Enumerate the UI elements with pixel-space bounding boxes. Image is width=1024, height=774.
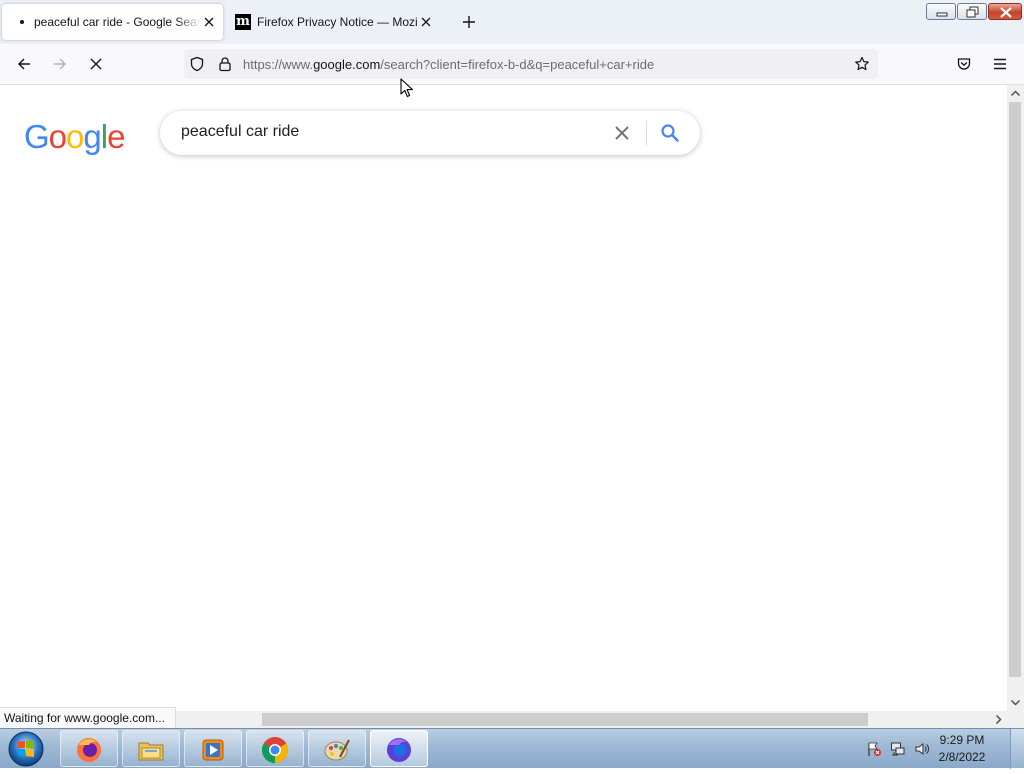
minimize-button[interactable] <box>926 3 956 20</box>
back-arrow-icon[interactable] <box>16 56 32 72</box>
tracking-protection-shield-icon[interactable] <box>189 56 205 72</box>
google-logo-letter: g <box>83 118 101 155</box>
mozilla-favicon-icon: m <box>235 14 251 30</box>
start-button[interactable] <box>4 729 48 769</box>
tab-strip: peaceful car ride - Google Search m Fire… <box>0 0 1024 44</box>
address-bar[interactable]: https://www.google.com/search?client=fir… <box>184 49 878 79</box>
google-logo-letter: o <box>48 118 67 155</box>
clear-search-icon[interactable] <box>612 123 632 143</box>
navigation-toolbar: https://www.google.com/search?client=fir… <box>0 44 1024 85</box>
lock-icon[interactable] <box>217 56 233 72</box>
vertical-scrollbar[interactable] <box>1007 85 1024 711</box>
new-tab-plus-icon[interactable] <box>461 14 477 30</box>
scrollbar-corner <box>1007 711 1024 728</box>
firefox-active-icon <box>387 738 411 762</box>
page-content: Google peaceful car ride <box>0 85 1007 711</box>
taskbar-firefox-active-button[interactable] <box>370 730 428 767</box>
file-explorer-icon <box>138 742 164 761</box>
vertical-scroll-thumb[interactable] <box>1009 102 1021 677</box>
firefox-icon <box>77 738 101 762</box>
taskbar-firefox-button[interactable] <box>60 730 118 767</box>
clock-date[interactable]: 2/8/2022 <box>932 750 992 764</box>
google-logo-letter: o <box>66 118 84 155</box>
forward-arrow-icon[interactable] <box>52 56 68 72</box>
media-player-icon <box>202 739 224 761</box>
show-desktop-button[interactable] <box>1010 729 1024 769</box>
restore-button[interactable] <box>957 3 987 20</box>
scroll-down-arrow-icon[interactable] <box>1007 694 1024 711</box>
window-close-button[interactable] <box>988 3 1022 20</box>
tab-title: Firefox Privacy Notice — Mozilla <box>257 15 418 29</box>
tab-title: peaceful car ride - Google Search <box>34 15 201 29</box>
paint-icon <box>324 739 350 761</box>
status-panel: Waiting for www.google.com... <box>0 707 176 728</box>
url-prefix: https://www. <box>243 57 314 72</box>
action-center-flag-icon[interactable] <box>866 741 882 757</box>
pocket-icon[interactable] <box>956 56 972 72</box>
volume-speaker-icon[interactable] <box>914 741 930 757</box>
bookmark-star-icon[interactable] <box>854 56 870 72</box>
tab-google-search[interactable]: peaceful car ride - Google Search <box>2 4 223 40</box>
chrome-icon <box>261 737 289 764</box>
google-logo-letter: G <box>24 118 50 155</box>
tab-close-icon[interactable] <box>201 14 217 30</box>
tab-loading-dot <box>20 20 24 24</box>
hamburger-menu-icon[interactable] <box>992 56 1008 72</box>
google-logo[interactable]: Google <box>24 118 125 155</box>
stop-loading-icon[interactable] <box>88 56 104 72</box>
mouse-cursor-icon <box>400 78 414 98</box>
taskbar-file-explorer-button[interactable] <box>122 730 180 767</box>
network-icon[interactable] <box>890 741 906 757</box>
taskbar-chrome-button[interactable] <box>246 730 304 767</box>
search-divider <box>646 121 647 145</box>
url-text[interactable]: https://www.google.com/search?client=fir… <box>243 57 654 72</box>
tab-firefox-privacy-notice[interactable]: m Firefox Privacy Notice — Mozilla <box>226 4 440 40</box>
url-domain: google.com <box>313 57 381 72</box>
url-path: /search?client=firefox-b-d&q=peaceful+ca… <box>380 57 655 72</box>
search-box[interactable]: peaceful car ride <box>160 111 700 155</box>
search-magnifier-icon[interactable] <box>660 123 680 143</box>
google-logo-letter: e <box>107 118 125 155</box>
search-input[interactable]: peaceful car ride <box>181 123 299 141</box>
taskbar-paint-button[interactable] <box>308 730 366 767</box>
taskbar-media-player-button[interactable] <box>184 730 242 767</box>
scroll-right-arrow-icon[interactable] <box>990 711 1007 728</box>
taskbar: 9:29 PM 2/8/2022 <box>0 728 1024 769</box>
tab-close-icon[interactable] <box>418 14 434 30</box>
horizontal-scroll-thumb[interactable] <box>262 713 868 726</box>
clock-time[interactable]: 9:29 PM <box>932 733 992 747</box>
scroll-up-arrow-icon[interactable] <box>1007 85 1024 102</box>
